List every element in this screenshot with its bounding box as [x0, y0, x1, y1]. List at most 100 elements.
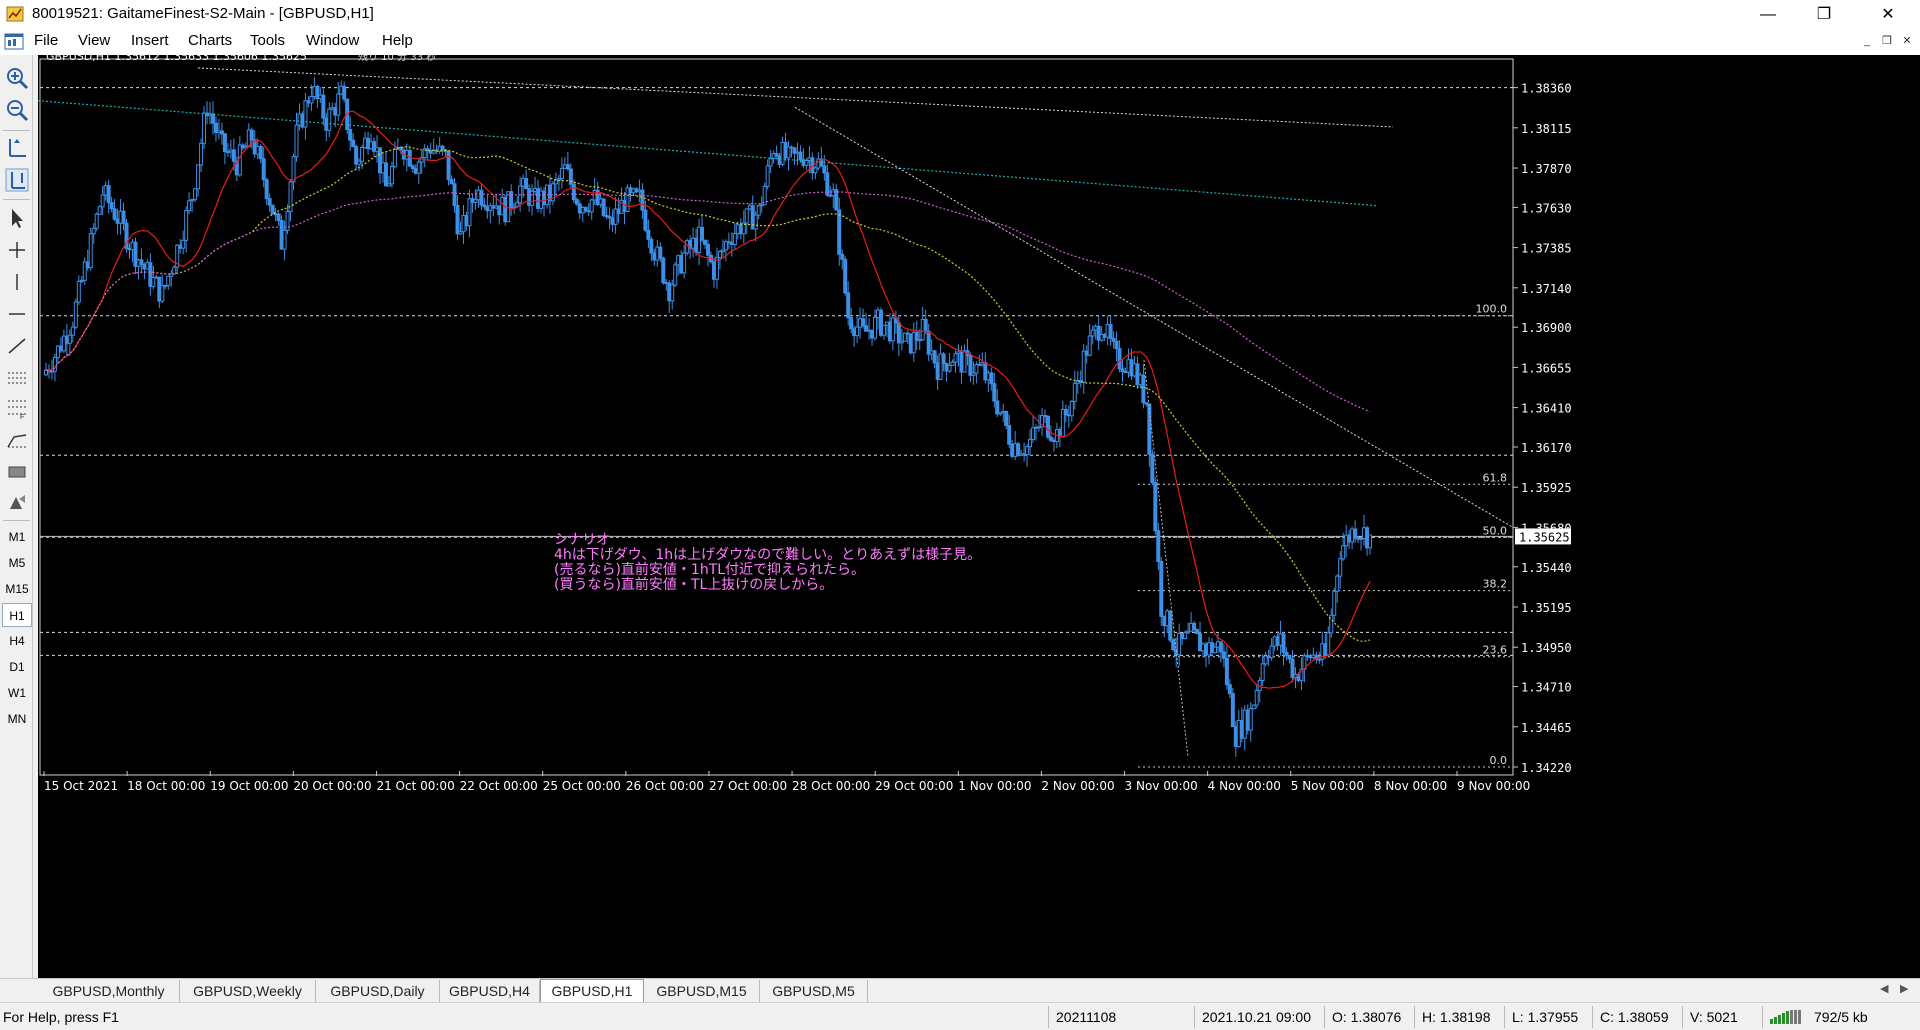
timeframe-h4-button[interactable]: H4	[2, 629, 32, 653]
tab-scroll-right-icon[interactable]: ▶	[1900, 982, 1908, 995]
gann-icon[interactable]	[4, 427, 30, 453]
mdi-restore-button[interactable]: ❐	[1878, 33, 1896, 50]
candle-body	[732, 233, 737, 246]
candle-body	[199, 142, 204, 166]
candle-body	[768, 158, 773, 167]
candle-body	[849, 317, 854, 330]
candle-body	[1341, 545, 1346, 560]
candle-body	[1069, 400, 1074, 417]
candle-body	[1147, 403, 1152, 455]
timeframe-h1-button[interactable]: H1	[2, 603, 32, 627]
maximize-button[interactable]: ❐	[1796, 0, 1852, 29]
candle-body	[100, 194, 105, 208]
time-axis-label: 3 Nov 00:00	[1125, 779, 1198, 793]
timeframe-d1-button[interactable]: D1	[2, 655, 32, 679]
candle-body	[855, 326, 860, 337]
tab-gbpusd-h4[interactable]: GBPUSD,H4	[440, 980, 540, 1002]
chart-header-label: GBPUSD,H1 1.35612 1.35633 1.35606 1.3562…	[46, 55, 307, 63]
price-axis-label: 1.37140	[1521, 282, 1572, 296]
menu-help[interactable]: Help	[382, 32, 413, 49]
horizontal-line-icon[interactable]	[4, 301, 30, 327]
crosshair-cursor-icon[interactable]	[4, 167, 30, 193]
candle-body	[112, 208, 117, 220]
fibonacci-level-label: 50.0	[1483, 524, 1508, 537]
equidistant-channel-icon[interactable]	[4, 365, 30, 391]
candle-body	[1230, 693, 1235, 728]
price-axis-label: 1.35440	[1521, 561, 1572, 575]
menu-view[interactable]: View	[78, 32, 110, 49]
candle-body	[553, 179, 558, 185]
timeframe-w1-button[interactable]: W1	[2, 681, 32, 705]
candle-body	[291, 156, 296, 183]
scenario-annotation-line: シナリオ	[554, 532, 610, 548]
candle-body	[1281, 633, 1286, 653]
candle-body	[440, 145, 445, 151]
status-close: C: 1.38059	[1600, 1009, 1669, 1025]
candle-body	[673, 264, 678, 286]
fibonacci-level-label: 38.2	[1483, 578, 1508, 591]
cursor-icon[interactable]	[4, 205, 30, 231]
rectangle-icon[interactable]	[4, 459, 30, 485]
close-button[interactable]: ✕	[1860, 0, 1916, 29]
candle-body	[270, 204, 275, 215]
menu-window[interactable]: Window	[306, 32, 359, 49]
candle-body	[756, 205, 761, 216]
candle-body	[834, 189, 839, 211]
tab-gbpusd-m15[interactable]: GBPUSD,M15	[644, 980, 760, 1002]
price-axis-label: 1.37630	[1521, 201, 1572, 215]
price-axis-label: 1.35195	[1521, 601, 1572, 615]
zoom-out-icon[interactable]	[4, 97, 30, 123]
candle-body	[160, 285, 165, 302]
chart-window-icon[interactable]	[4, 32, 24, 52]
time-axis-label: 29 Oct 00:00	[875, 779, 953, 793]
candle-body	[837, 209, 842, 255]
crosshair-icon[interactable]	[4, 237, 30, 263]
mdi-close-button[interactable]: ✕	[1898, 33, 1916, 50]
menu-tools[interactable]: Tools	[250, 32, 285, 49]
minimize-button[interactable]: —	[1740, 0, 1796, 29]
timeframe-mn-button[interactable]: MN	[2, 707, 32, 731]
menu-file[interactable]: File	[34, 32, 58, 49]
trendline-icon[interactable]	[4, 333, 30, 359]
tab-gbpusd-m5[interactable]: GBPUSD,M5	[760, 980, 868, 1002]
candle-body	[992, 383, 997, 402]
vertical-line-icon[interactable]	[4, 269, 30, 295]
tab-scroll-left-icon[interactable]: ◀	[1880, 982, 1888, 995]
timeframe-m1-button[interactable]: M1	[2, 525, 32, 549]
tile-icon[interactable]	[4, 135, 30, 161]
candle-body	[571, 183, 576, 201]
tab-gbpusd-monthly[interactable]: GBPUSD,Monthly	[38, 980, 180, 1002]
candle-body	[1254, 690, 1259, 706]
fibonacci-icon[interactable]: F	[4, 395, 30, 421]
candle-body	[1156, 530, 1161, 563]
tab-gbpusd-h1[interactable]: GBPUSD,H1	[540, 979, 644, 1003]
candle-body	[559, 167, 564, 180]
chart-window[interactable]: 1.38360 1.38115 1.37870 1.37630 1.37385 1.371…	[38, 55, 1920, 978]
candle-body	[1108, 324, 1113, 339]
shapes-icon[interactable]	[4, 489, 30, 515]
candle-body	[1168, 610, 1173, 641]
mdi-minimize-button[interactable]: _	[1858, 33, 1876, 50]
tab-gbpusd-daily[interactable]: GBPUSD,Daily	[316, 980, 440, 1002]
candle-body	[1031, 427, 1036, 440]
menu-charts[interactable]: Charts	[188, 32, 232, 49]
price-chart[interactable]: 1.38360 1.38115 1.37870 1.37630 1.37385 1.371…	[38, 55, 1920, 978]
timeframe-m15-button[interactable]: M15	[2, 577, 32, 601]
time-axis-label: 4 Nov 00:00	[1208, 779, 1281, 793]
price-axis-label: 1.36655	[1521, 361, 1572, 375]
moving-average-slow-line	[45, 191, 1371, 413]
candle-body	[661, 257, 666, 284]
candle-body	[941, 353, 946, 365]
trendline	[197, 67, 1394, 128]
candle-body	[1081, 350, 1086, 383]
menu-insert[interactable]: Insert	[131, 32, 169, 49]
price-axis-label: 1.34465	[1521, 721, 1572, 735]
zoom-in-icon[interactable]	[4, 65, 30, 91]
timeframe-m5-button[interactable]: M5	[2, 551, 32, 575]
candle-body	[1153, 482, 1158, 532]
candle-body	[351, 139, 356, 148]
candle-body	[1269, 645, 1274, 659]
tab-gbpusd-weekly[interactable]: GBPUSD,Weekly	[180, 980, 316, 1002]
candle-body	[1227, 684, 1232, 695]
candle-body	[843, 258, 848, 294]
